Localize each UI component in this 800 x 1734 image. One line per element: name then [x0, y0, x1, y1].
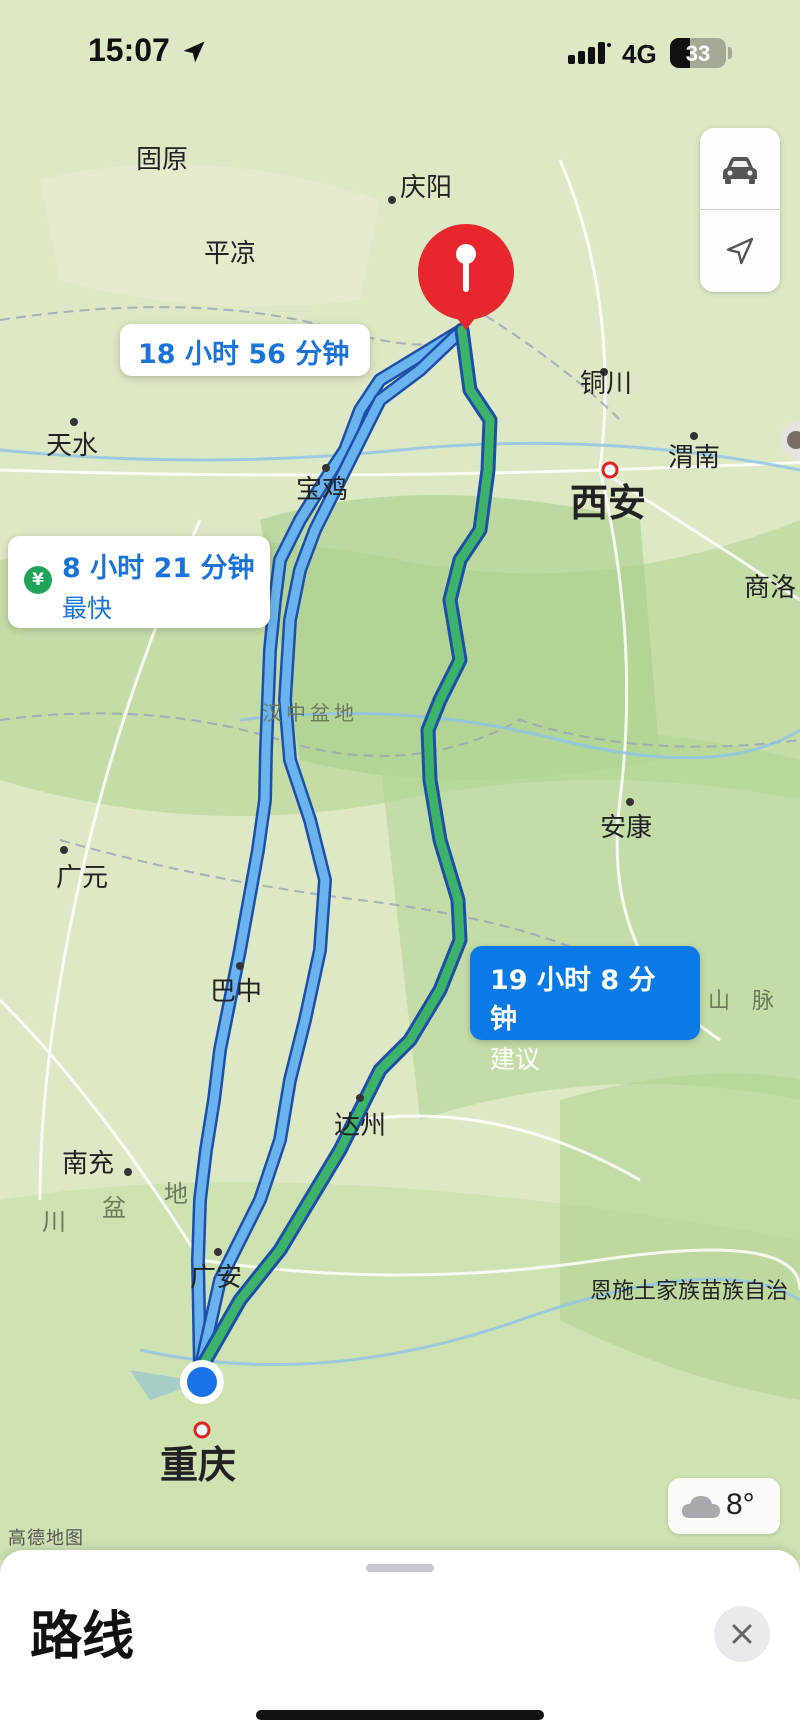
sheet-grabber[interactable]	[366, 1564, 434, 1572]
route-b-duration: 8 小时 21 分钟	[62, 553, 255, 584]
close-icon	[732, 1624, 752, 1644]
region-label-mountain: 山	[708, 989, 734, 1014]
signal-icon	[568, 42, 611, 64]
home-indicator[interactable]	[256, 1710, 544, 1720]
battery-icon: 33	[670, 38, 726, 68]
city-label: 达州	[334, 1111, 386, 1141]
city-label: 南充	[62, 1149, 114, 1179]
route-b-label[interactable]: ¥ 8 小时 21 分钟 最快	[8, 536, 270, 628]
battery-level: 33	[685, 41, 711, 66]
city-label: 固原	[136, 145, 188, 175]
region-label-mountain: 脉	[752, 989, 778, 1014]
map-controls	[700, 128, 780, 292]
location-arrow-icon	[726, 237, 754, 265]
city-label: 恩施土家族苗族自治	[590, 1279, 788, 1304]
map-view[interactable]: 固原 平凉 庆阳 铜川 渭南 西安 天水 宝鸡 商洛 安康 广元 巴中 达州 南…	[0, 0, 800, 1560]
sheet-title: 路线	[30, 1607, 135, 1667]
city-label: 广元	[56, 863, 108, 893]
city-label: 天水	[46, 431, 98, 461]
weather-widget[interactable]: 8°	[668, 1478, 780, 1534]
city-label: 渭南	[668, 443, 720, 473]
region-label-sichuan: 盆	[102, 1194, 130, 1222]
close-button[interactable]	[714, 1606, 770, 1662]
route-c-tag: 建议	[490, 1045, 541, 1074]
routes-sheet: 路线	[0, 1550, 800, 1734]
city-label: 平凉	[204, 239, 256, 269]
location-arrow-icon	[183, 41, 205, 63]
locate-me-button[interactable]	[700, 210, 780, 292]
region-label-sichuan: 川	[42, 1208, 70, 1236]
city-label: 商洛	[744, 573, 796, 603]
car-icon	[723, 156, 757, 184]
route-c-duration: 19 小时 8 分钟	[490, 965, 656, 1035]
city-label: 西安	[570, 481, 646, 525]
region-label-hanzhong: 汉中盆地	[262, 701, 358, 725]
battery-nub	[728, 47, 732, 59]
route-a-label[interactable]: 18 小时 56 分钟	[120, 324, 370, 376]
city-label: 安康	[600, 813, 652, 843]
status-time: 15:07	[88, 32, 170, 68]
cloud-icon	[682, 1496, 720, 1518]
city-label: 巴中	[210, 977, 262, 1007]
city-label: 庆阳	[400, 173, 452, 203]
city-label: 重庆	[160, 1443, 236, 1487]
region-label-sichuan: 地	[164, 1180, 192, 1208]
city-label: 宝鸡	[296, 475, 348, 505]
temperature: 8°	[726, 1488, 755, 1521]
route-a-duration: 18 小时 56 分钟	[138, 339, 350, 370]
network-type: 4G	[622, 39, 657, 69]
city-label: 广安	[190, 1263, 242, 1293]
map-attribution: 高德地图	[8, 1528, 84, 1549]
driving-mode-button[interactable]	[700, 128, 780, 210]
city-label: 铜川	[580, 369, 632, 399]
route-b-tag: 最快	[62, 594, 113, 623]
status-bar: 15:07 4G 33	[0, 0, 800, 100]
toll-icon: ¥	[24, 566, 52, 594]
route-c-label[interactable]: 19 小时 8 分钟 建议	[470, 946, 700, 1074]
